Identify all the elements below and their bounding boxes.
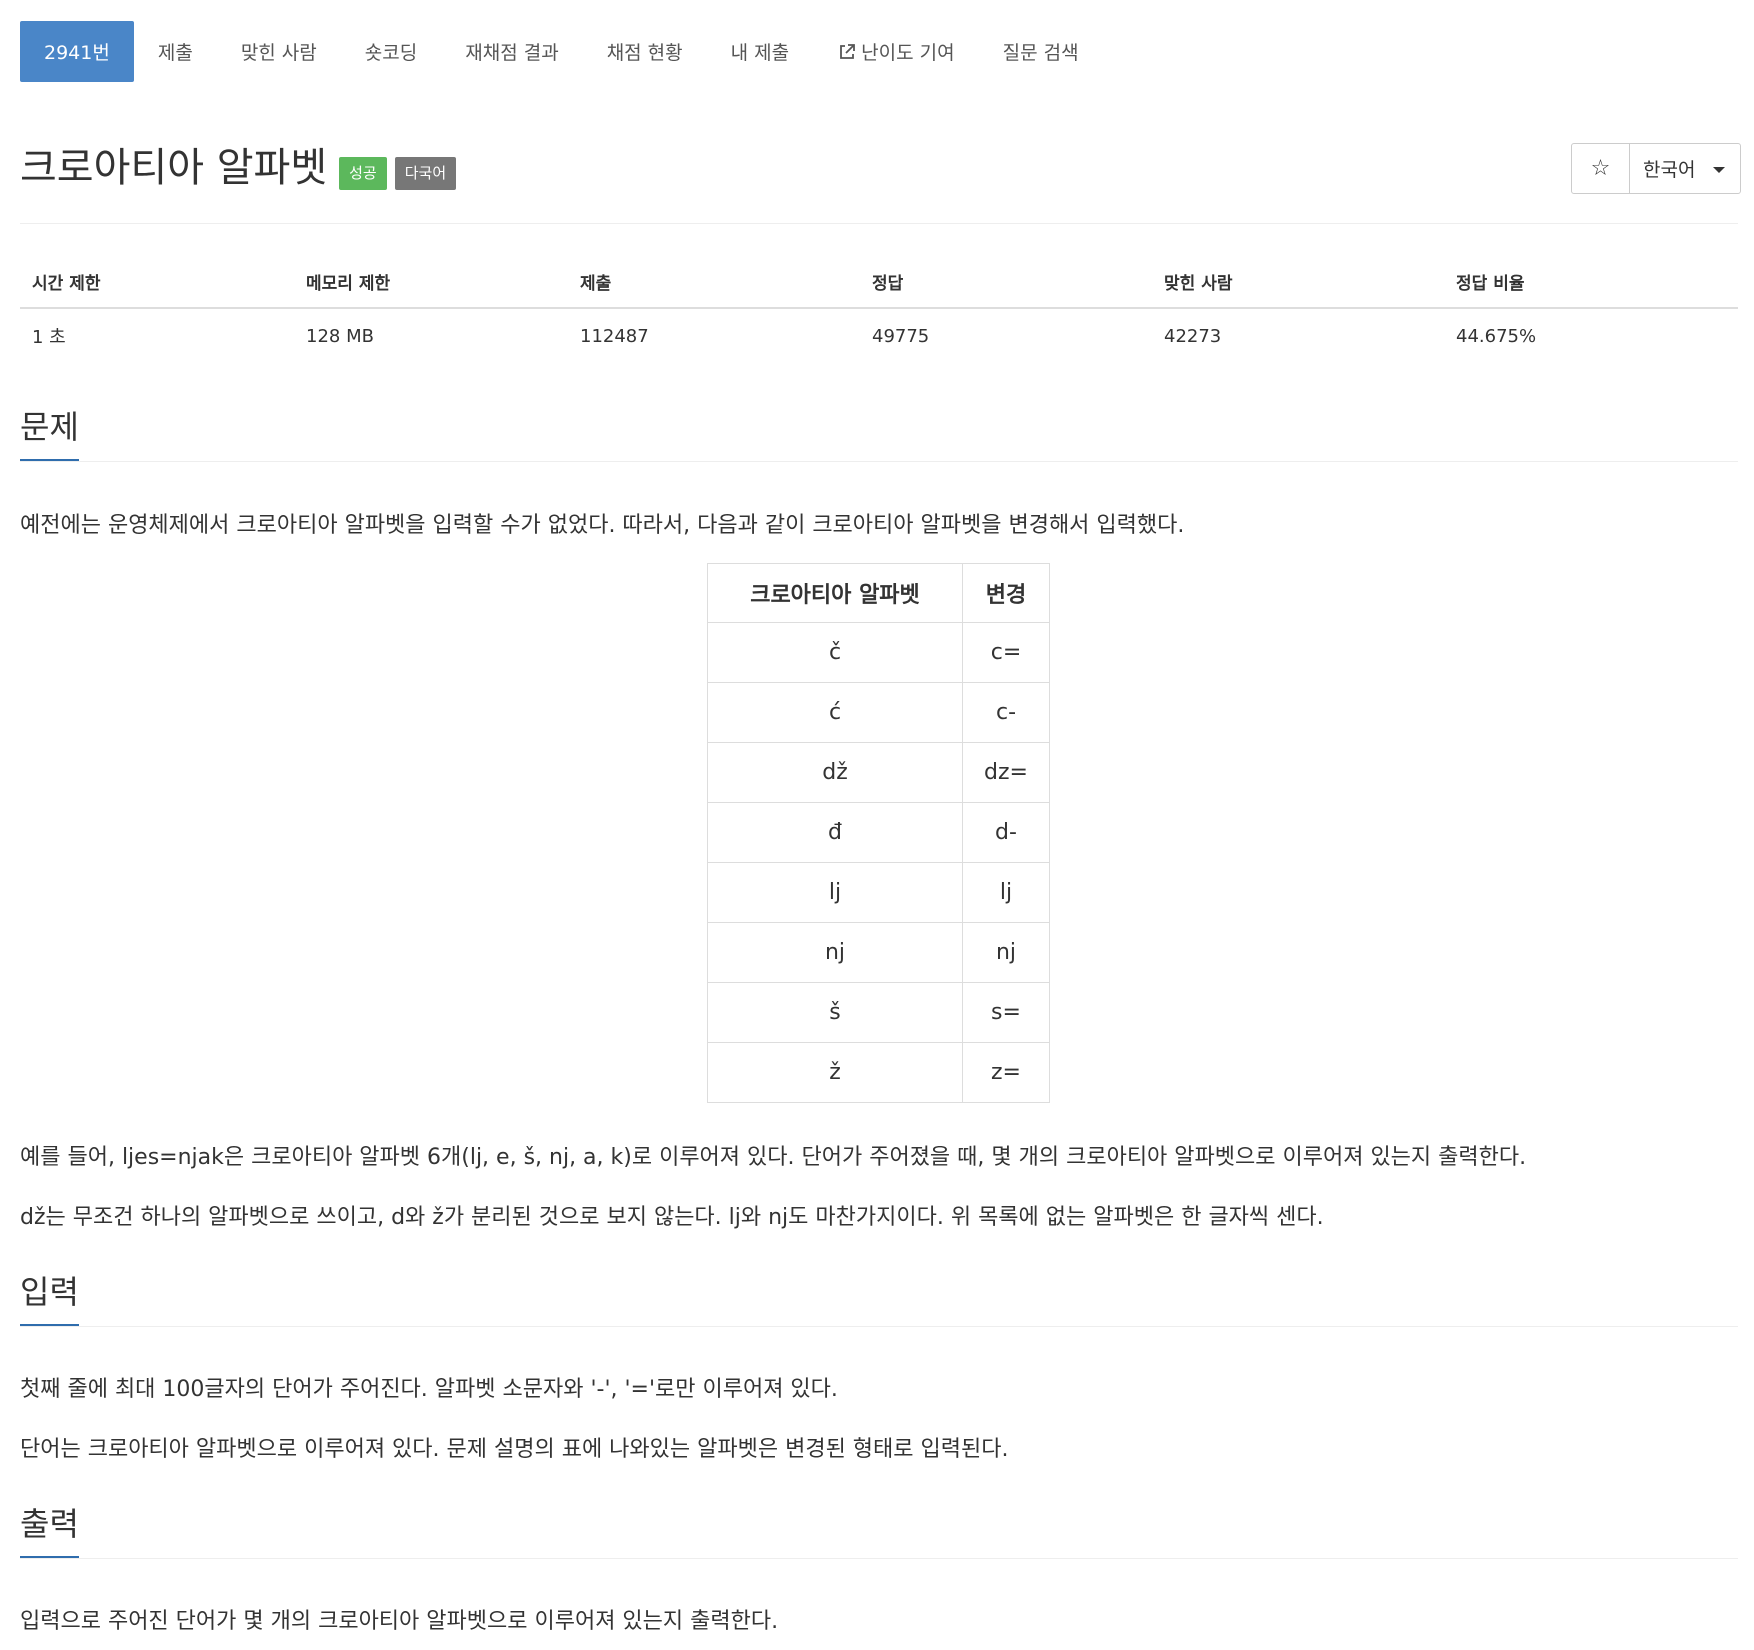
section-divider <box>20 1558 1738 1559</box>
column-header: 크로아티아 알파벳 <box>707 563 963 623</box>
language-dropdown-value: 한국어 <box>1643 159 1696 181</box>
problem-nav: 2941번 제출 맞힌 사람 숏코딩 재채점 결과 채점 현황 내 제출 난이도… <box>20 21 1103 82</box>
language-dropdown[interactable]: 한국어 <box>1630 144 1740 193</box>
nav-tab-submit[interactable]: 제출 <box>134 21 217 82</box>
table-row: dž dz= <box>707 742 1050 803</box>
table-row: ž z= <box>707 1042 1050 1103</box>
status-badge: 성공 <box>339 157 387 190</box>
column-header: 메모리 제한 <box>294 256 568 309</box>
nav-tab-rejudge-results[interactable]: 재채점 결과 <box>441 21 582 82</box>
table-header-row: 시간 제한 메모리 제한 제출 정답 맞힌 사람 정답 비율 <box>20 256 1738 309</box>
table-row: nj nj <box>707 922 1050 983</box>
table-row: š s= <box>707 982 1050 1043</box>
accept-ratio-value: 44.675% <box>1456 325 1537 347</box>
solvers-value: 42273 <box>1164 325 1222 347</box>
nav-tab-label: 내 제출 <box>730 42 790 64</box>
accepted-value: 49775 <box>872 325 930 347</box>
table-cell: nj <box>707 922 963 983</box>
conversion-table: 크로아티아 알파벳 변경 č c= ć c- dž dz= đ d- lj lj nj nj… <box>707 563 1050 1103</box>
memory-limit-value: 128 MB <box>306 325 374 347</box>
input-section-header: 입력 <box>20 1272 1738 1327</box>
section-title: 문제 <box>20 407 79 462</box>
table-cell: š <box>707 982 963 1043</box>
nav-tab-question-search[interactable]: 질문 검색 <box>979 21 1103 82</box>
nav-tab-label: 채점 현황 <box>606 42 683 64</box>
input-description-1: 첫째 줄에 최대 100글자의 단어가 주어진다. 알파벳 소문자와 '-', … <box>20 1377 838 1402</box>
nav-tab-label: 숏코딩 <box>364 42 418 64</box>
table-cell: č <box>707 622 963 683</box>
nav-tab-difficulty-contribution[interactable]: 난이도 기여 <box>813 21 978 82</box>
table-row: ć c- <box>707 682 1050 743</box>
table-cell: ž <box>707 1042 963 1103</box>
table-cell: nj <box>962 922 1050 983</box>
problem-title-row: 크로아티아 알파벳 성공 다국어 <box>20 140 457 196</box>
section-divider <box>20 461 1738 462</box>
nav-tab-label: 질문 검색 <box>1002 42 1079 64</box>
section-title: 입력 <box>20 1272 79 1327</box>
nav-tab-label: 2941번 <box>44 42 110 64</box>
table-row: lj lj <box>707 862 1050 923</box>
table-cell: dz= <box>962 742 1050 803</box>
title-controls: ☆ 한국어 <box>1571 143 1741 194</box>
table-row: č c= <box>707 622 1050 683</box>
nav-tab-short-coding[interactable]: 숏코딩 <box>341 21 441 82</box>
nav-tab-label: 난이도 기여 <box>861 42 955 64</box>
output-description: 입력으로 주어진 단어가 몇 개의 크로아티아 알파벳으로 이루어져 있는지 출… <box>20 1609 779 1634</box>
table-cell: đ <box>707 802 963 863</box>
column-header: 정답 비율 <box>1444 256 1738 309</box>
nav-tab-judge-status[interactable]: 채점 현황 <box>583 21 707 82</box>
column-header: 정답 <box>860 256 1152 309</box>
table-cell: z= <box>962 1042 1050 1103</box>
problem-title: 크로아티아 알파벳 <box>20 145 328 191</box>
column-header: 변경 <box>962 563 1050 623</box>
table-cell: dž <box>707 742 963 803</box>
problem-description-example: 예를 들어, ljes=njak은 크로아티아 알파벳 6개(lj, e, š,… <box>20 1145 1527 1170</box>
table-cell: c= <box>962 622 1050 683</box>
table-row: đ d- <box>707 802 1050 863</box>
nav-tab-problem[interactable]: 2941번 <box>20 21 134 82</box>
problem-description-note: dž는 무조건 하나의 알파벳으로 쓰이고, d와 ž가 분리된 것으로 보지 … <box>20 1205 1324 1230</box>
time-limit-value: 1 초 <box>32 327 66 348</box>
star-icon: ☆ <box>1590 156 1611 181</box>
multi-language-badge: 다국어 <box>394 157 457 190</box>
nav-tab-label: 재채점 결과 <box>465 42 559 64</box>
external-link-icon <box>837 42 857 62</box>
column-header: 제출 <box>568 256 860 309</box>
table-cell: c- <box>962 682 1050 743</box>
table-header-row: 크로아티아 알파벳 변경 <box>707 563 1050 623</box>
nav-tab-solvers[interactable]: 맞힌 사람 <box>217 21 341 82</box>
problem-info-table: 시간 제한 메모리 제한 제출 정답 맞힌 사람 정답 비율 1 초 128 M… <box>20 256 1738 363</box>
table-cell: lj <box>962 862 1050 923</box>
column-header: 시간 제한 <box>20 256 294 309</box>
table-cell: lj <box>707 862 963 923</box>
section-title: 출력 <box>20 1504 79 1559</box>
output-section-header: 출력 <box>20 1504 1738 1559</box>
table-cell: ć <box>707 682 963 743</box>
submissions-value: 112487 <box>580 325 649 347</box>
caret-down-icon <box>1713 167 1726 173</box>
problem-description-intro: 예전에는 운영체제에서 크로아티아 알파벳을 입력할 수가 없었다. 따라서, … <box>20 513 1185 538</box>
table-cell: s= <box>962 982 1050 1043</box>
table-row: 1 초 128 MB 112487 49775 42273 44.675% <box>20 308 1738 363</box>
table-cell: d- <box>962 802 1050 863</box>
section-divider <box>20 1326 1738 1327</box>
favorite-button[interactable]: ☆ <box>1572 144 1630 193</box>
nav-tab-label: 맞힌 사람 <box>240 42 317 64</box>
nav-tab-label: 제출 <box>157 42 193 64</box>
nav-tab-my-submissions[interactable]: 내 제출 <box>707 21 813 82</box>
title-divider <box>20 223 1738 224</box>
input-description-2: 단어는 크로아티아 알파벳으로 이루어져 있다. 문제 설명의 표에 나와있는 … <box>20 1437 1009 1462</box>
column-header: 맞힌 사람 <box>1152 256 1444 309</box>
problem-section-header: 문제 <box>20 407 1738 462</box>
